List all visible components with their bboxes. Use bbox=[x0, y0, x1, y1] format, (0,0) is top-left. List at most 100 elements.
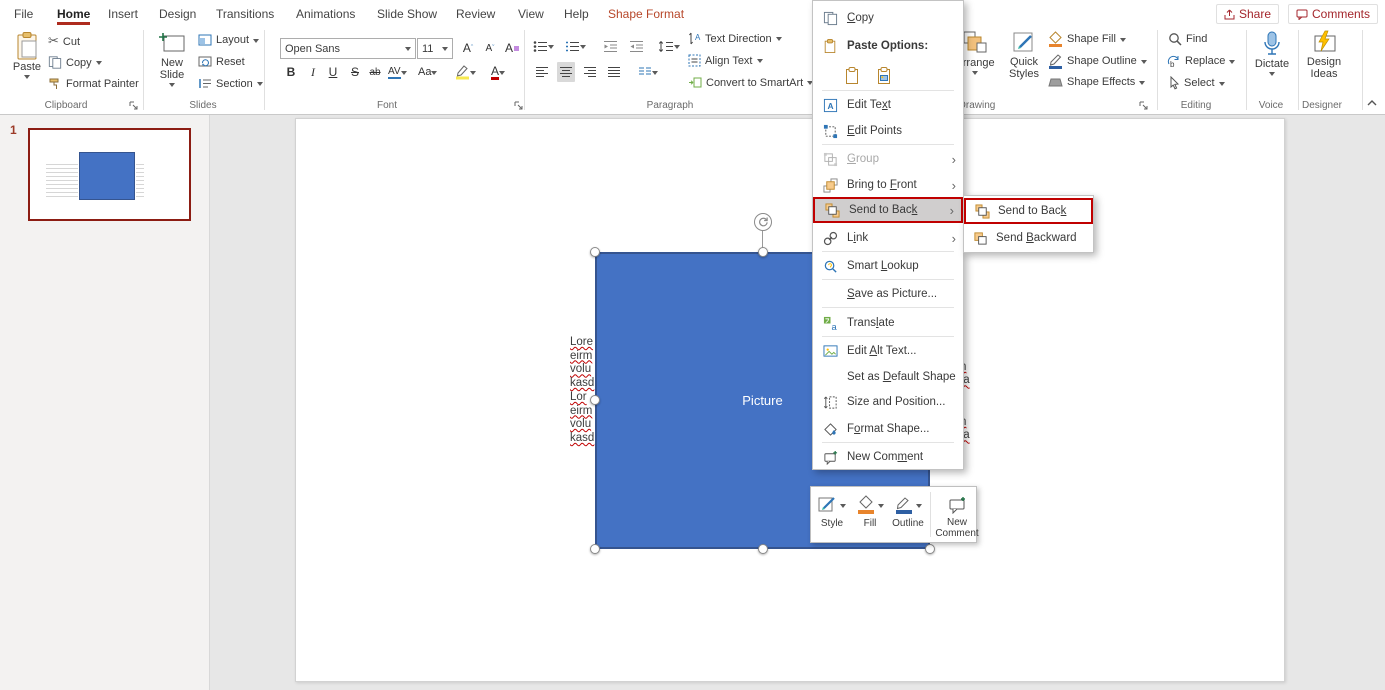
resize-handle-bottom-center[interactable] bbox=[758, 544, 768, 554]
text-direction-button[interactable]: A Text Direction bbox=[688, 32, 782, 45]
strikethrough-button[interactable]: S bbox=[346, 62, 364, 82]
shrink-font-button[interactable]: Aˇ bbox=[481, 38, 499, 58]
underline-button[interactable]: U bbox=[324, 62, 342, 82]
resize-handle-bottom-right[interactable] bbox=[925, 544, 935, 554]
menu-item-send-to-back[interactable]: Send to Back bbox=[813, 197, 963, 223]
alt-text-icon bbox=[822, 344, 838, 358]
decrease-indent-button[interactable] bbox=[601, 36, 619, 56]
quick-styles-button[interactable]: Quick Styles bbox=[1003, 30, 1045, 80]
submenu-item-send-backward[interactable]: Send Backward bbox=[964, 225, 1093, 251]
justify-button[interactable] bbox=[605, 62, 623, 82]
menu-item-size-and-position[interactable]: Size and Position... bbox=[813, 389, 963, 415]
menu-item-link[interactable]: Link bbox=[813, 225, 963, 251]
tab-view[interactable]: View bbox=[512, 0, 550, 27]
select-button[interactable]: Select bbox=[1168, 76, 1225, 90]
dictate-dropdown-icon bbox=[1269, 72, 1275, 79]
tab-animations[interactable]: Animations bbox=[290, 0, 361, 27]
menu-item-new-comment[interactable]: New Comment bbox=[813, 444, 963, 470]
font-color-button[interactable]: A bbox=[489, 62, 507, 82]
clipboard-dialog-launcher-icon[interactable] bbox=[128, 100, 139, 111]
outline-button[interactable]: Outline bbox=[889, 490, 927, 539]
highlight-color-button[interactable] bbox=[455, 62, 476, 82]
columns-button[interactable] bbox=[638, 62, 658, 82]
paste-keep-formatting-button[interactable] bbox=[841, 63, 863, 87]
tab-review[interactable]: Review bbox=[450, 0, 501, 27]
resize-handle-middle-left[interactable] bbox=[590, 395, 600, 405]
style-button[interactable]: Style bbox=[813, 490, 851, 539]
menu-item-set-default-shape[interactable]: Set as Default Shape bbox=[813, 364, 963, 390]
shape-fill-dropdown-icon bbox=[1120, 38, 1126, 45]
align-right-button[interactable] bbox=[581, 62, 599, 82]
tab-shape-format[interactable]: Shape Format bbox=[602, 0, 690, 27]
clear-formatting-button[interactable]: A bbox=[503, 38, 521, 58]
drawing-dialog-launcher-icon[interactable] bbox=[1138, 100, 1149, 111]
replace-button[interactable]: b Replace bbox=[1166, 54, 1235, 68]
shape-outline-button[interactable]: Shape Outline bbox=[1048, 53, 1147, 69]
change-case-button[interactable]: Aa bbox=[418, 62, 437, 82]
arrange-icon bbox=[962, 30, 989, 57]
rotate-icon bbox=[757, 216, 769, 228]
menu-item-bring-to-front[interactable]: Bring to Front bbox=[813, 172, 963, 198]
menu-item-copy[interactable]: Copy bbox=[813, 5, 963, 31]
font-dialog-launcher-icon[interactable] bbox=[513, 100, 524, 111]
submenu-item-send-to-back[interactable]: Send to Back bbox=[964, 198, 1093, 224]
menu-item-edit-alt-text[interactable]: Edit Alt Text... bbox=[813, 338, 963, 364]
new-slide-button[interactable]: New Slide bbox=[152, 31, 192, 90]
text-box-left-fragment[interactable]: Lore eirm volu kasd Lor eirm volu kasd bbox=[570, 336, 594, 446]
replace-dropdown-icon bbox=[1229, 60, 1235, 67]
tab-slide-show[interactable]: Slide Show bbox=[371, 0, 443, 27]
font-family-combobox[interactable]: Open Sans bbox=[280, 38, 416, 59]
tab-help[interactable]: Help bbox=[558, 0, 595, 27]
resize-handle-top-left[interactable] bbox=[590, 247, 600, 257]
reset-button[interactable]: Reset bbox=[198, 55, 245, 68]
numbering-button[interactable] bbox=[565, 36, 586, 56]
align-left-button[interactable] bbox=[533, 62, 551, 82]
context-menu: Copy Paste Options: A Edit Text Edit Poi… bbox=[812, 0, 964, 470]
font-size-combobox[interactable]: 11 bbox=[417, 38, 453, 59]
group-divider bbox=[143, 30, 144, 110]
double-strikethrough-button[interactable]: ab bbox=[366, 62, 384, 82]
paste-button[interactable]: Paste bbox=[8, 31, 46, 82]
convert-to-smartart-button[interactable]: Convert to SmartArt bbox=[688, 76, 813, 89]
layout-button[interactable]: Layout bbox=[198, 34, 259, 46]
tab-home[interactable]: Home bbox=[51, 0, 96, 27]
menu-item-edit-points[interactable]: Edit Points bbox=[813, 118, 963, 144]
copy-button[interactable]: Copy bbox=[48, 55, 102, 70]
dictate-button[interactable]: Dictate bbox=[1252, 30, 1292, 79]
tab-design[interactable]: Design bbox=[153, 0, 202, 27]
align-center-button[interactable] bbox=[557, 62, 575, 82]
menu-item-edit-text[interactable]: A Edit Text bbox=[813, 92, 963, 118]
format-painter-button[interactable]: Format Painter bbox=[48, 77, 139, 91]
tab-insert[interactable]: Insert bbox=[102, 0, 144, 27]
bold-button[interactable]: B bbox=[282, 62, 300, 82]
shape-fill-button[interactable]: Shape Fill bbox=[1048, 31, 1126, 47]
tab-transitions[interactable]: Transitions bbox=[210, 0, 280, 27]
tab-file[interactable]: File bbox=[8, 0, 39, 27]
paste-picture-button[interactable] bbox=[873, 63, 895, 87]
rotate-handle[interactable] bbox=[754, 213, 772, 231]
collapse-ribbon-icon[interactable] bbox=[1366, 98, 1378, 107]
line-spacing-button[interactable] bbox=[658, 36, 680, 56]
fill-button[interactable]: Fill bbox=[851, 490, 889, 539]
new-comment-button[interactable]: New Comment bbox=[934, 490, 980, 539]
menu-item-format-shape[interactable]: Format Shape... bbox=[813, 416, 963, 442]
menu-item-translate[interactable]: a Translate bbox=[813, 310, 963, 336]
find-button[interactable]: Find bbox=[1168, 32, 1207, 46]
share-button[interactable]: Share bbox=[1216, 4, 1279, 24]
italic-button[interactable]: I bbox=[304, 62, 322, 82]
slide-thumbnail[interactable] bbox=[28, 128, 191, 221]
resize-handle-bottom-left[interactable] bbox=[590, 544, 600, 554]
shape-effects-button[interactable]: Shape Effects bbox=[1048, 75, 1145, 89]
bullets-button[interactable] bbox=[533, 36, 554, 56]
section-button[interactable]: Section bbox=[198, 77, 263, 90]
grow-font-button[interactable]: Aˆ bbox=[459, 38, 477, 58]
increase-indent-button[interactable] bbox=[627, 36, 645, 56]
resize-handle-top-center[interactable] bbox=[758, 247, 768, 257]
menu-item-save-as-picture[interactable]: Save as Picture... bbox=[813, 281, 963, 307]
menu-item-smart-lookup[interactable]: Smart Lookup bbox=[813, 253, 963, 279]
cut-button[interactable]: ✂ Cut bbox=[48, 34, 80, 49]
character-spacing-button[interactable]: AV bbox=[388, 62, 407, 82]
comments-button[interactable]: Comments bbox=[1288, 4, 1378, 24]
align-text-button[interactable]: Align Text bbox=[688, 54, 763, 67]
design-ideas-button[interactable]: Design Ideas bbox=[1302, 30, 1346, 80]
